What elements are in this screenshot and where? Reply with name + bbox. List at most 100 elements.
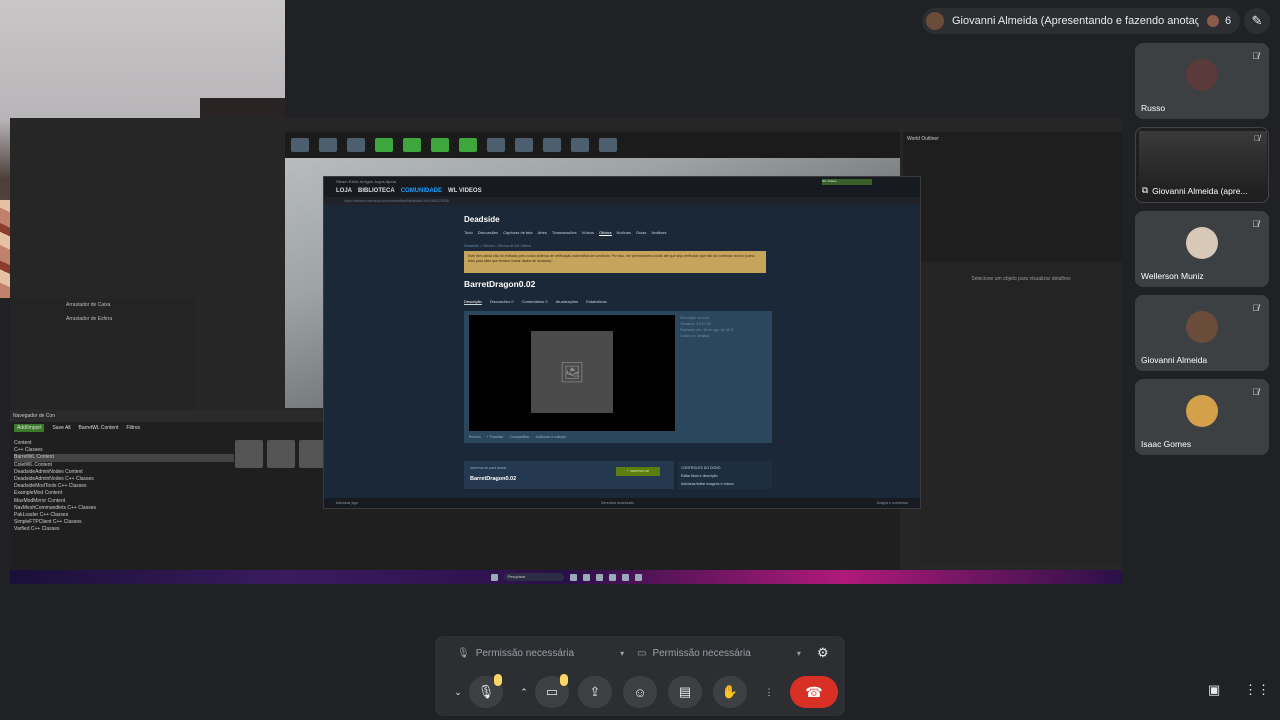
hub-tab: Oficina [599,230,612,236]
presenter-label: Giovanni Almeida (Apresentando e fazendo… [952,15,1222,27]
toolbar-icon [543,138,561,152]
chat-icon[interactable]: ▣ [1208,682,1220,698]
media-panel: 🖼 Descrição: do mod Tamanho: 4.872 KB Publ… [464,311,772,443]
taskbar-search: Pesquisar [503,573,564,581]
mic-off-icon: 🎙̸ [1252,51,1259,61]
item-title: BarretDragon0.02 [464,279,536,289]
owner-controls: CONTROLES DO DONO Editar título e descri… [678,461,772,489]
participant-tile-giovanni[interactable]: 🎙̸ Giovanni Almeida [1135,295,1269,371]
cb-folder-tree: Content C++ Classes BarretWL Content ColetW… [14,440,234,534]
unreal-left-panel: Arrastador de Caixa Arrastador de Esfera [10,298,195,410]
cb-add-button: Add/Import [14,424,45,432]
chevron-down-icon: ▾ [796,649,801,658]
chevron-down-icon: ▾ [620,649,625,658]
taskbar-app-icon [569,573,577,581]
hub-tab: Artes [537,230,547,235]
asset-thumb [267,440,295,468]
subscribe-hint: Inscreva-se para baixar [470,466,507,470]
mic-permission-label: Permissão necessária [475,648,575,659]
subscribe-button: + Inscrever-se [616,467,660,476]
asset-thumb [235,440,263,468]
cb-folder: C++ Classes [14,447,43,454]
image-placeholder-icon: 🖼 [531,331,613,413]
status-left: Adicionar jogo [336,501,359,505]
item-action: Adicionar à coleção [535,435,567,439]
emoji-icon[interactable]: ☺ [623,676,657,708]
gear-icon[interactable]: ⚙ [817,645,829,661]
steam-nav: LOJA BIBLIOTECA COMUNIDADE WL VIDEOS [324,185,920,197]
mic-options-chevron-icon[interactable]: ⌄ [450,676,466,708]
hub-tab: Capturas de tela [503,230,533,235]
raise-hand-icon[interactable]: ✋ [713,676,747,708]
left-item: Arrastador de Esfera [66,316,113,322]
item-subtab: Atualizações [555,299,579,304]
avatar [1186,395,1218,427]
screen-tile-label: ⧉ Giovanni Almeida (apre... [1142,185,1248,196]
toolbar-icon [431,138,449,152]
activities-icon[interactable]: ⋮⋮ [1244,682,1270,698]
presenter-chip[interactable]: Giovanni Almeida (Apresentando e fazendo… [922,8,1232,34]
cb-assets [235,440,335,474]
steam-nav-item: WL VIDEOS [448,188,482,194]
taskbar-app-icon [634,573,642,581]
more-options-icon[interactable]: ⋮ [761,676,777,708]
cb-folder: DeadsideAdminNodes Content [14,468,83,475]
taskbar-app-icon [621,573,629,581]
cb-folder: DeadsideModTools C++ Classes [14,483,87,490]
cb-folder: ColetWL Content [14,461,52,468]
end-call-icon[interactable]: ☎ [790,676,838,708]
left-item: Arrastador de Caixa [66,302,111,308]
participant-name: Giovanni Almeida [1141,355,1208,365]
taskbar-app-icon [582,573,590,581]
participant-tile-wellerson[interactable]: 🎙̸ Wellerson Muniz [1135,211,1269,287]
item-subtab: Estatísticas [586,299,607,304]
cb-folder: ExampleMod Content [14,490,63,497]
item-subtab: Discussões 0 [489,299,514,304]
hub-tab: Guias [635,230,647,235]
item-actions: Preciso + Favoritar Compartilhar Adicionar … [469,432,675,442]
breadcrumb: Deadside > Oficina > Oficina de WL Video… [464,244,532,248]
toolbar-icon [459,138,477,152]
cam-warning-dot [560,674,568,686]
shared-screen: Arrastador de Caixa Arrastador de Esfera… [10,118,1122,584]
people-button[interactable]: 6 [1198,8,1240,34]
mic-off-icon: 🎙̸ [1252,303,1259,313]
hub-tabs: Todo Discussões Capturas de tela Artes Trans… [464,230,776,236]
owner-item: Adicionar/editar imagens e vídeos [681,482,734,486]
screen-tile-text: Giovanni Almeida (apre... [1152,185,1248,196]
subscribe-area: Inscreva-se para baixar BarretDragon0.02… [464,461,772,491]
present-screen-icon[interactable]: ⇪ [578,676,612,708]
screen-share-tile[interactable]: 🎙̸ ⧉ Giovanni Almeida (apre... [1135,127,1269,203]
cb-path: BarretWL Content [78,425,119,431]
game-name: Deadside [464,215,500,224]
toolbar-icon [403,138,421,152]
cam-permission[interactable]: ▭ Permissão necessária ▾ [637,648,801,659]
toolbar-icon [599,138,617,152]
status-mid: Gerenciar downloads [600,501,634,505]
item-subtab: Comentários 0 [521,299,548,304]
hub-tab: Vídeos [581,230,595,235]
cb-folder: MaxModMirror Content [14,497,66,504]
participant-tile-isaac[interactable]: 🎙̸ Isaac Gomes [1135,379,1269,455]
pen-icon[interactable]: ✎ [1244,8,1270,34]
status-right: Amigos e conversas [876,501,908,505]
hub-tab: Todo [464,230,473,235]
steam-url: https://steamcommunity.com/sharedfiles/f… [324,197,920,205]
avatar [1186,311,1218,343]
toolbar-icon [347,138,365,152]
unreal-toolbar [285,132,900,158]
mic-permission[interactable]: 🎙 Permissão necessária ▾ [457,648,624,659]
review-warning: Este item ainda não foi revisado pelo no… [464,251,766,273]
taskbar-app-icon [595,573,603,581]
cb-folder: NavMeshCommandlets C++ Classes [14,504,96,511]
mic-off-icon: 🎙̸ [1252,387,1259,397]
captions-icon[interactable]: ▤ [668,676,702,708]
cam-options-chevron-icon[interactable]: ⌃ [516,676,532,708]
participant-tile-russo[interactable]: 🎙̸ Russo [1135,43,1269,119]
camera-icon: ▭ [637,648,647,659]
toolbar-icon [375,138,393,152]
item-action: Compartilhar [509,435,530,439]
people-avatar [1206,15,1219,27]
steam-nav-item: COMUNIDADE [400,188,443,194]
steam-content: Deadside Todo Discussões Capturas de tela A… [464,209,776,489]
